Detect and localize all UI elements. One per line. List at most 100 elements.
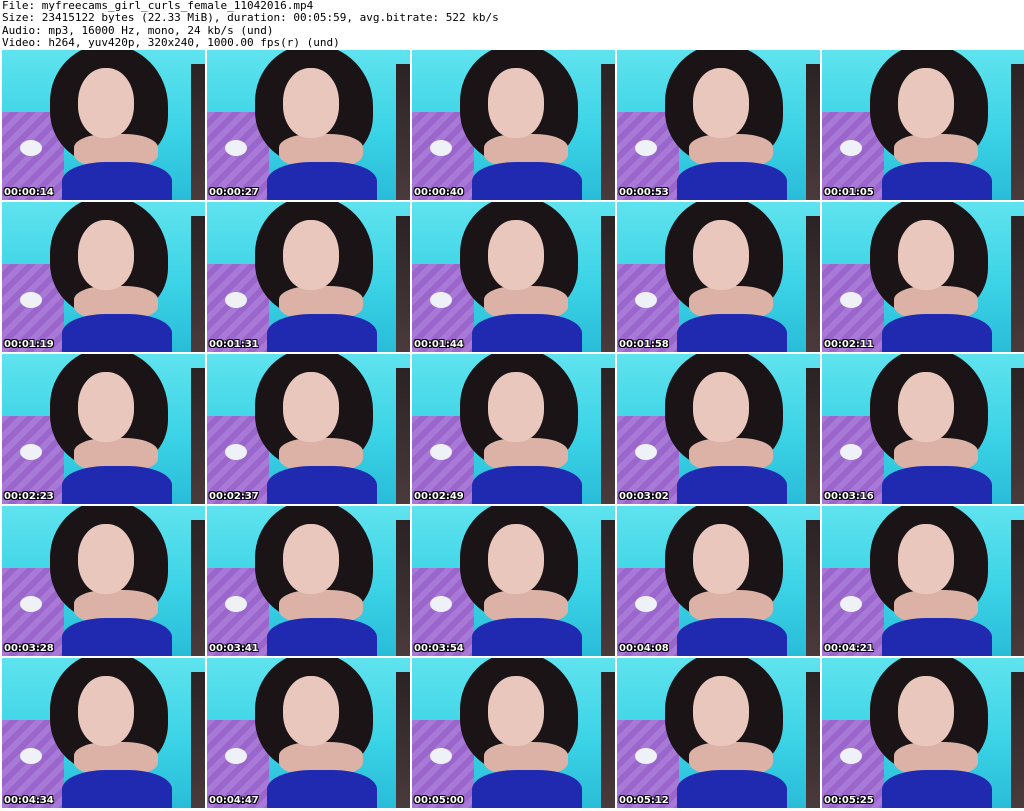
dark-door-edge: [806, 520, 820, 656]
blue-top: [62, 770, 172, 808]
face: [693, 68, 749, 138]
face: [283, 220, 339, 290]
video-frame-thumbnail: 00:05:12: [617, 658, 820, 808]
face: [78, 524, 134, 594]
video-frame-thumbnail: 00:05:25: [822, 658, 1024, 808]
video-frame-thumbnail: 00:04:34: [2, 658, 205, 808]
frame-timestamp: 00:05:12: [619, 795, 669, 806]
frame-timestamp: 00:02:49: [414, 491, 464, 502]
face: [693, 220, 749, 290]
video-frame-thumbnail: 00:00:40: [412, 50, 615, 200]
dark-door-edge: [191, 216, 205, 352]
blue-top: [677, 314, 787, 352]
dark-door-edge: [396, 216, 410, 352]
blue-top: [472, 618, 582, 656]
frame-timestamp: 00:05:25: [824, 795, 874, 806]
frame-timestamp: 00:04:34: [4, 795, 54, 806]
face: [693, 372, 749, 442]
dark-door-edge: [1011, 520, 1024, 656]
face: [898, 372, 954, 442]
blue-top: [62, 162, 172, 200]
video-frame-thumbnail: 00:05:00: [412, 658, 615, 808]
video-frame-thumbnail: 00:01:31: [207, 202, 410, 352]
video-frame-thumbnail: 00:04:21: [822, 506, 1024, 656]
dark-door-edge: [806, 64, 820, 200]
video-frame-thumbnail: 00:01:58: [617, 202, 820, 352]
size-duration-line: Size: 23415122 bytes (22.33 MiB), durati…: [2, 12, 499, 25]
frame-timestamp: 00:00:53: [619, 187, 669, 198]
dark-door-edge: [806, 216, 820, 352]
frame-timestamp: 00:04:21: [824, 643, 874, 654]
blue-top: [267, 162, 377, 200]
video-frame-thumbnail: 00:02:37: [207, 354, 410, 504]
video-frame-thumbnail: 00:00:27: [207, 50, 410, 200]
face: [283, 68, 339, 138]
video-frame-thumbnail: 00:01:19: [2, 202, 205, 352]
face: [693, 676, 749, 746]
file-info-header: File: myfreecams_girl_curls_female_11042…: [2, 0, 1022, 50]
video-info-line: Video: h264, yuv420p, 320x240, 1000.00 f…: [2, 36, 340, 49]
video-frame-thumbnail: 00:00:14: [2, 50, 205, 200]
blue-top: [882, 466, 992, 504]
dark-door-edge: [191, 368, 205, 504]
blue-top: [882, 618, 992, 656]
dark-door-edge: [396, 368, 410, 504]
frame-timestamp: 00:00:14: [4, 187, 54, 198]
frame-timestamp: 00:05:00: [414, 795, 464, 806]
video-frame-thumbnail: 00:03:28: [2, 506, 205, 656]
face: [78, 372, 134, 442]
dark-door-edge: [396, 520, 410, 656]
thumbnail-grid: 00:00:14 00:00:27 00:00:40 00:00:53 00:01:05…: [0, 50, 1024, 811]
blue-top: [472, 770, 582, 808]
dark-door-edge: [191, 672, 205, 808]
dark-door-edge: [396, 672, 410, 808]
blue-top: [472, 314, 582, 352]
face: [898, 220, 954, 290]
blue-top: [677, 770, 787, 808]
dark-door-edge: [601, 216, 615, 352]
dark-door-edge: [1011, 672, 1024, 808]
dark-door-edge: [601, 520, 615, 656]
frame-timestamp: 00:02:23: [4, 491, 54, 502]
face: [78, 676, 134, 746]
video-frame-thumbnail: 00:03:54: [412, 506, 615, 656]
frame-timestamp: 00:01:58: [619, 339, 669, 350]
blue-top: [62, 466, 172, 504]
face: [898, 676, 954, 746]
frame-timestamp: 00:03:41: [209, 643, 259, 654]
blue-top: [472, 466, 582, 504]
frame-timestamp: 00:04:08: [619, 643, 669, 654]
blue-top: [267, 618, 377, 656]
face: [488, 524, 544, 594]
face: [488, 220, 544, 290]
face: [283, 676, 339, 746]
video-frame-thumbnail: 00:01:05: [822, 50, 1024, 200]
frame-timestamp: 00:01:05: [824, 187, 874, 198]
frame-timestamp: 00:01:31: [209, 339, 259, 350]
blue-top: [62, 314, 172, 352]
blue-top: [882, 770, 992, 808]
frame-timestamp: 00:00:27: [209, 187, 259, 198]
frame-timestamp: 00:01:19: [4, 339, 54, 350]
dark-door-edge: [1011, 216, 1024, 352]
dark-door-edge: [806, 672, 820, 808]
dark-door-edge: [806, 368, 820, 504]
frame-timestamp: 00:04:47: [209, 795, 259, 806]
face: [898, 524, 954, 594]
frame-timestamp: 00:02:11: [824, 339, 874, 350]
dark-door-edge: [1011, 64, 1024, 200]
video-frame-thumbnail: 00:02:49: [412, 354, 615, 504]
dark-door-edge: [601, 672, 615, 808]
video-frame-thumbnail: 00:04:08: [617, 506, 820, 656]
blue-top: [267, 770, 377, 808]
video-frame-thumbnail: 00:04:47: [207, 658, 410, 808]
dark-door-edge: [191, 64, 205, 200]
audio-info-line: Audio: mp3, 16000 Hz, mono, 24 kb/s (und…: [2, 24, 274, 37]
file-name-line: File: myfreecams_girl_curls_female_11042…: [2, 0, 314, 12]
frame-timestamp: 00:03:54: [414, 643, 464, 654]
video-frame-thumbnail: 00:00:53: [617, 50, 820, 200]
face: [898, 68, 954, 138]
video-frame-thumbnail: 00:01:44: [412, 202, 615, 352]
face: [488, 372, 544, 442]
frame-timestamp: 00:03:02: [619, 491, 669, 502]
